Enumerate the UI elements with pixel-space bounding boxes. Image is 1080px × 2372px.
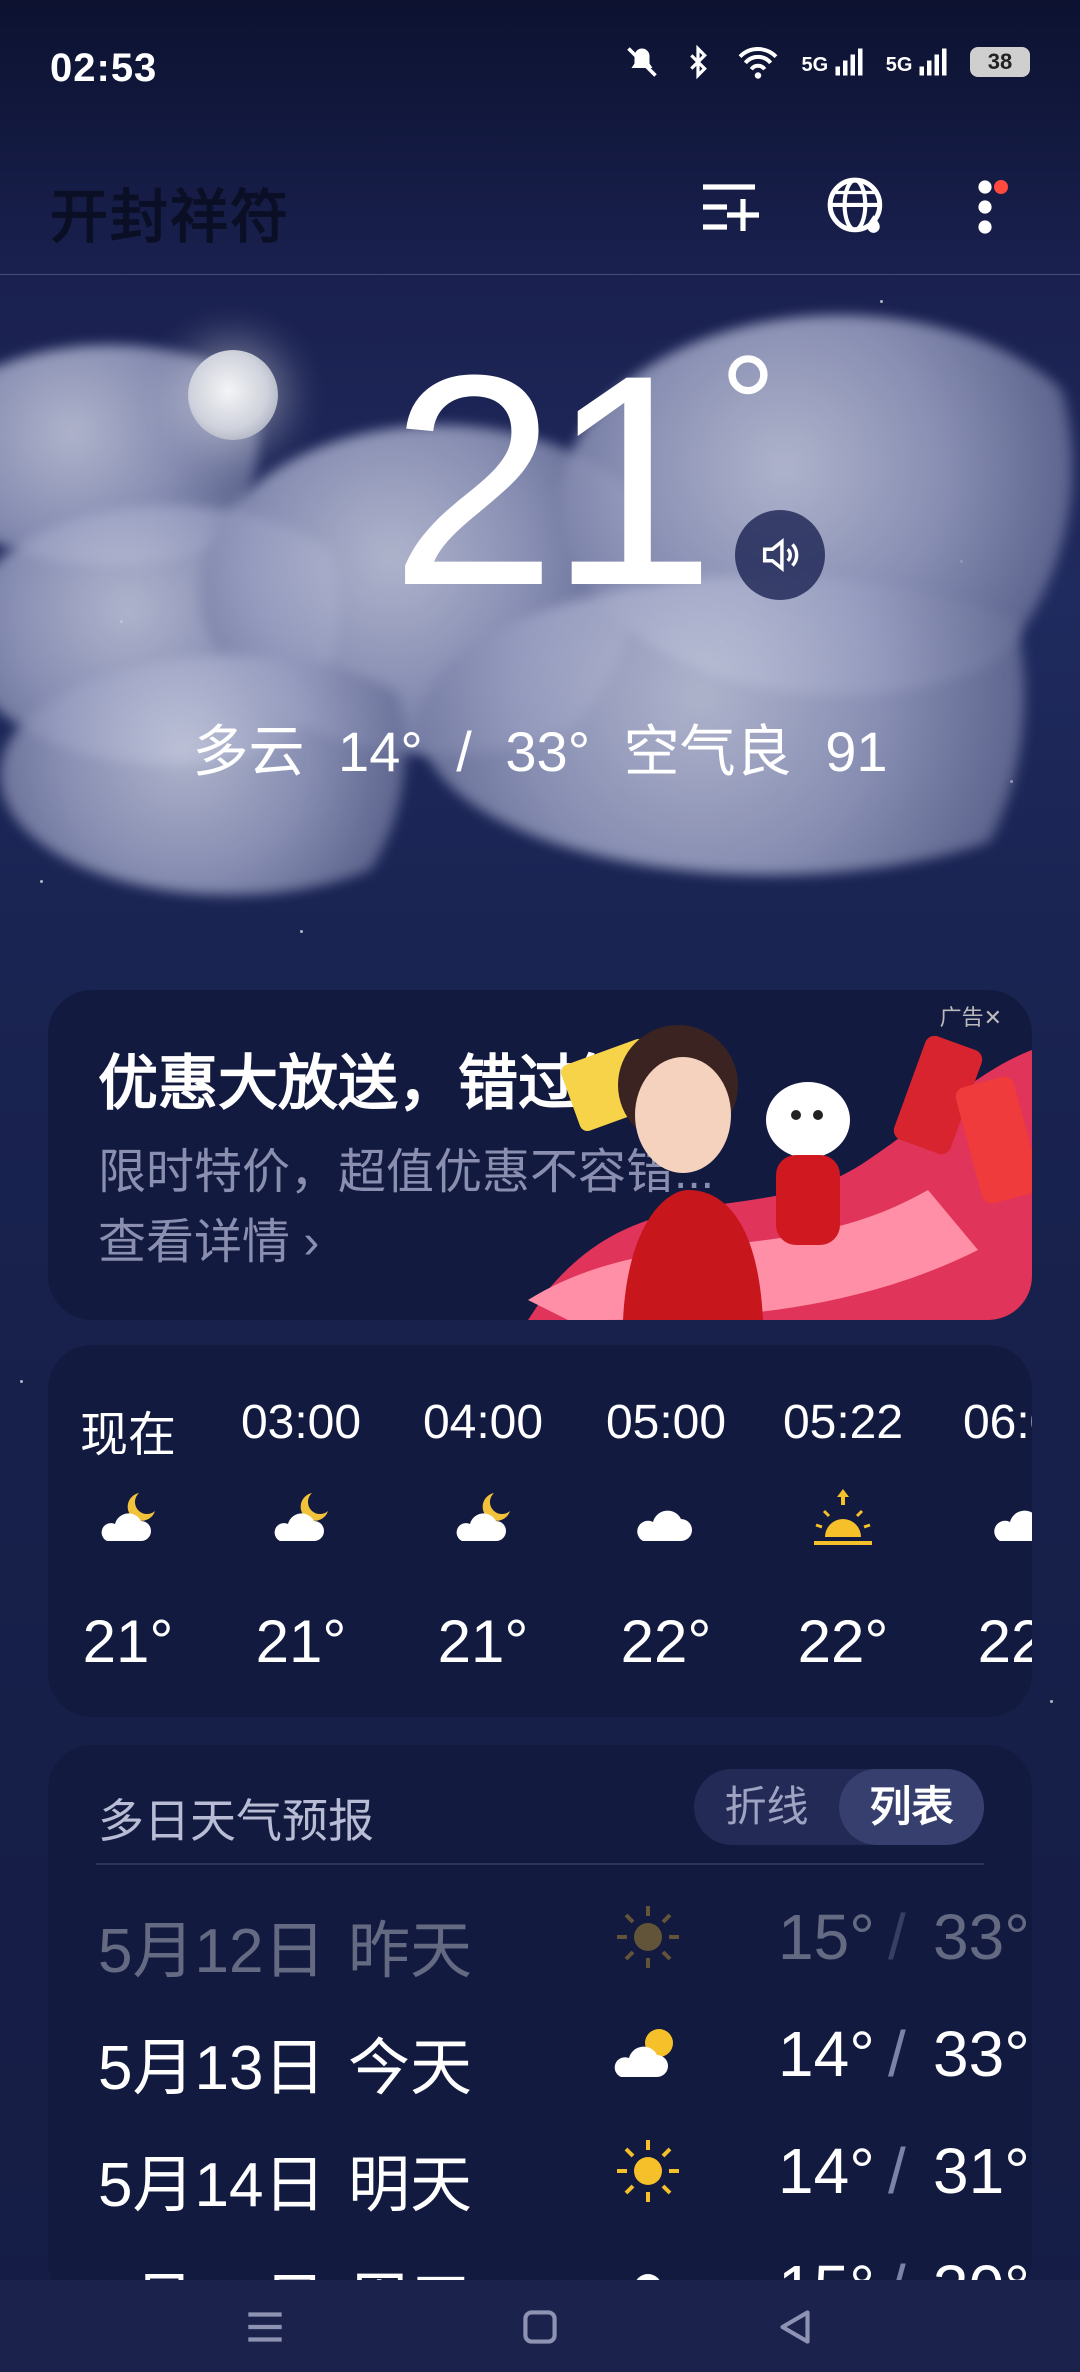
back-icon[interactable] [770, 2302, 820, 2352]
air-quality-text: 空气良 91 [623, 720, 888, 783]
speaker-icon [762, 537, 799, 573]
speaker-button[interactable] [735, 510, 825, 600]
ad-promo-image [528, 1025, 1032, 1320]
current-weather-hero: 21 ° 多云 14° / 33° 空气良 91 [0, 275, 1080, 935]
sunrise-icon [814, 1489, 872, 1545]
partly-cloudy-icon [614, 2029, 673, 2077]
forecast-row[interactable]: 5月14日 明天 14° / 31° [98, 2114, 1030, 2224]
multi-day-forecast-card: 多日天气预报 折线 列表 5月12日 昨天 15° / 33° 5月13日 今天… [48, 1745, 1032, 2305]
cloud-icon [994, 1510, 1032, 1541]
current-temperature: 21 [390, 312, 716, 648]
status-bar: 02:53 5G 5G 38 [0, 0, 1080, 140]
sun-icon [617, 2140, 679, 2202]
toggle-line-chart[interactable]: 折线 [694, 1769, 839, 1845]
battery-icon: 38 [970, 47, 1030, 77]
toggle-list[interactable]: 列表 [839, 1769, 984, 1845]
condition-text: 多云 [192, 720, 305, 783]
moon-cloud-icon [274, 1493, 328, 1541]
mute-icon [626, 47, 657, 77]
city-name[interactable]: 开封祥符 [50, 170, 290, 254]
signal-5g-icon: 5G [886, 47, 948, 77]
signal-5g-icon: 5G [802, 47, 864, 77]
globe-rain-icon[interactable] [822, 172, 892, 242]
more-icon[interactable] [950, 172, 1020, 242]
system-nav-bar [0, 2280, 1080, 2372]
menu-icon[interactable] [240, 2302, 290, 2352]
forecast-title: 多日天气预报 [98, 1795, 374, 1847]
home-icon[interactable] [515, 2302, 565, 2352]
ad-card[interactable]: 优惠大放送，错过等... 限时特价，超值优惠不容错... 查看详情 › 广告✕ [48, 990, 1032, 1320]
moon-icon [188, 350, 278, 440]
view-toggle[interactable]: 折线 列表 [694, 1769, 984, 1845]
moon-cloud-icon [101, 1493, 155, 1541]
sun-icon [617, 1906, 679, 1968]
degree-symbol: ° [720, 326, 776, 483]
temp-range-text: 14° / 33° [338, 720, 591, 783]
ad-close-tag[interactable]: 广告✕ [940, 1000, 1002, 1032]
notification-dot [994, 180, 1008, 194]
forecast-row[interactable]: 5月12日 昨天 15° / 33° [98, 1880, 1030, 1990]
status-time: 02:53 [50, 46, 158, 90]
wifi-icon [738, 47, 777, 79]
ad-link[interactable]: 查看详情 › [98, 1202, 319, 1272]
top-bar: 开封祥符 [0, 150, 1080, 275]
status-icons: 5G 5G 38 [624, 44, 1030, 80]
weather-summary[interactable]: 多云 14° / 33° 空气良 91 [0, 707, 1080, 788]
hourly-forecast-card[interactable]: 现在 21° 03:00 21° 04:00 21° 05:00 22° 05:… [48, 1345, 1032, 1717]
cloud-icon [637, 1510, 692, 1541]
bluetooth-icon [689, 44, 707, 80]
divider [96, 1863, 984, 1865]
moon-cloud-icon [456, 1493, 510, 1541]
add-city-icon[interactable] [695, 172, 765, 242]
forecast-row[interactable]: 5月13日 今天 14° / 33° [98, 1997, 1030, 2107]
